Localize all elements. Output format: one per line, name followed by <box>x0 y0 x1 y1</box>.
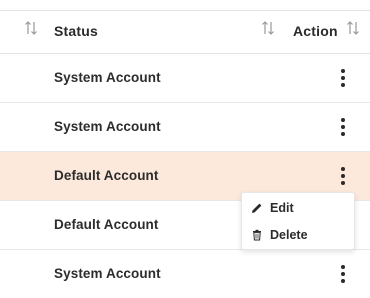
row-actions-kebab-icon[interactable] <box>336 68 350 88</box>
table-row: System Account <box>0 250 370 298</box>
column-header-action[interactable]: Action <box>293 23 338 39</box>
status-cell: System Account <box>54 266 161 281</box>
pencil-icon <box>252 203 262 213</box>
sort-action-icon[interactable] <box>346 20 360 36</box>
row-actions-kebab-icon[interactable] <box>336 166 350 186</box>
menu-item-label: Delete <box>270 228 308 242</box>
column-header-status[interactable]: Status <box>54 23 98 39</box>
row-actions-kebab-icon[interactable] <box>336 117 350 137</box>
table-header: Status Action <box>0 11 370 54</box>
sort-status-icon[interactable] <box>261 20 275 36</box>
status-cell: Default Account <box>54 217 159 232</box>
trash-icon <box>253 229 261 241</box>
row-actions-kebab-icon[interactable] <box>336 264 350 284</box>
menu-item-edit[interactable]: Edit <box>242 195 354 221</box>
table-row: System Account <box>0 103 370 152</box>
status-cell: System Account <box>54 119 161 134</box>
status-cell: System Account <box>54 70 161 85</box>
row-actions-menu: Edit Delete <box>241 192 355 250</box>
menu-item-label: Edit <box>270 201 294 215</box>
status-cell: Default Account <box>54 168 159 183</box>
menu-item-delete[interactable]: Delete <box>242 222 354 248</box>
table-row: System Account <box>0 54 370 103</box>
sort-icon[interactable] <box>24 20 38 36</box>
